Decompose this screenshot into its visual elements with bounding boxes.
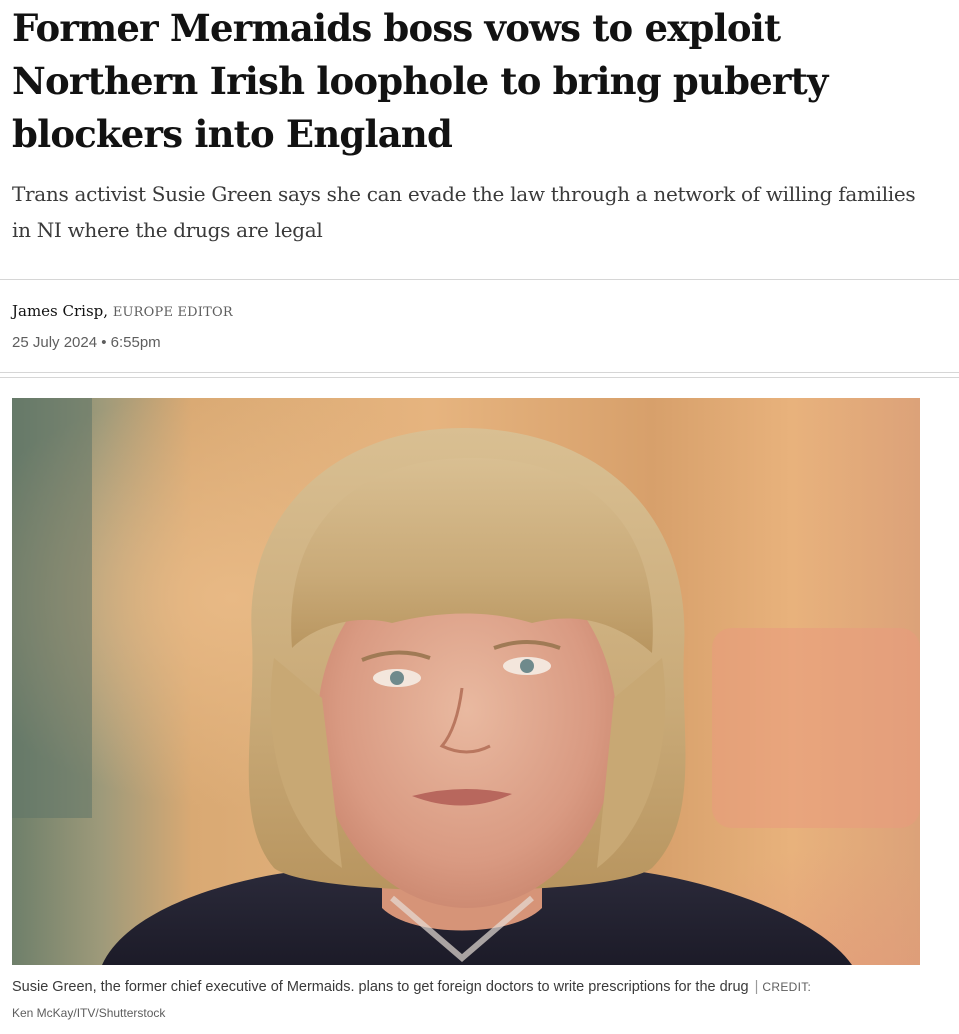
caption-separator: | bbox=[754, 979, 759, 995]
image-credit: Ken McKay/ITV/Shutterstock bbox=[12, 1006, 166, 1020]
caption-text: Susie Green, the former chief executive … bbox=[12, 979, 749, 995]
author-name[interactable]: James Crisp, bbox=[12, 302, 108, 320]
byline: James Crisp, EUROPE EDITOR bbox=[12, 300, 233, 324]
divider-bottom-second bbox=[0, 377, 959, 378]
divider-top bbox=[0, 279, 959, 280]
author-role: EUROPE EDITOR bbox=[112, 305, 233, 320]
article-headline: Former Mermaids boss vows to exploit Nor… bbox=[12, 6, 828, 156]
portrait-illustration bbox=[12, 398, 920, 965]
divider-bottom bbox=[0, 372, 959, 373]
article-hero-image bbox=[12, 398, 920, 965]
credit-label: CREDIT: bbox=[762, 980, 812, 994]
article-standfirst: Trans activist Susie Green says she can … bbox=[12, 182, 916, 242]
publish-date: 25 July 2024 • 6:55pm bbox=[12, 334, 161, 351]
image-caption: Susie Green, the former chief executive … bbox=[12, 974, 932, 1026]
